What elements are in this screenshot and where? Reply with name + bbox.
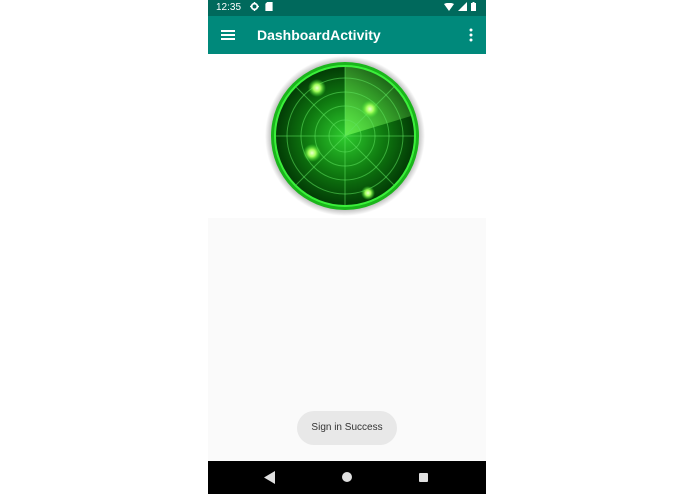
- battery-icon: [471, 2, 476, 11]
- phone-screen: 12:35 DashboardActivity Sign in Success: [208, 0, 486, 494]
- wifi-icon: [444, 2, 454, 11]
- radar-area: [208, 54, 486, 218]
- recent-apps-icon[interactable]: [419, 473, 428, 482]
- radar-image: [265, 56, 425, 216]
- navigation-bar: [208, 461, 486, 494]
- toast-message: Sign in Success: [297, 411, 397, 445]
- status-time: 12:35: [216, 2, 242, 13]
- app-title: DashboardActivity: [257, 27, 381, 43]
- status-icons-left: [250, 2, 273, 11]
- sd-card-icon: [265, 2, 273, 11]
- app-bar: DashboardActivity: [208, 16, 486, 54]
- status-bar: 12:35: [208, 0, 486, 16]
- home-icon[interactable]: [342, 472, 352, 482]
- gear-icon: [250, 2, 259, 11]
- more-vert-icon[interactable]: [466, 27, 476, 43]
- status-icons-right: [444, 2, 476, 11]
- signal-icon: [458, 2, 467, 11]
- back-icon[interactable]: [264, 471, 276, 484]
- menu-icon[interactable]: [220, 27, 236, 43]
